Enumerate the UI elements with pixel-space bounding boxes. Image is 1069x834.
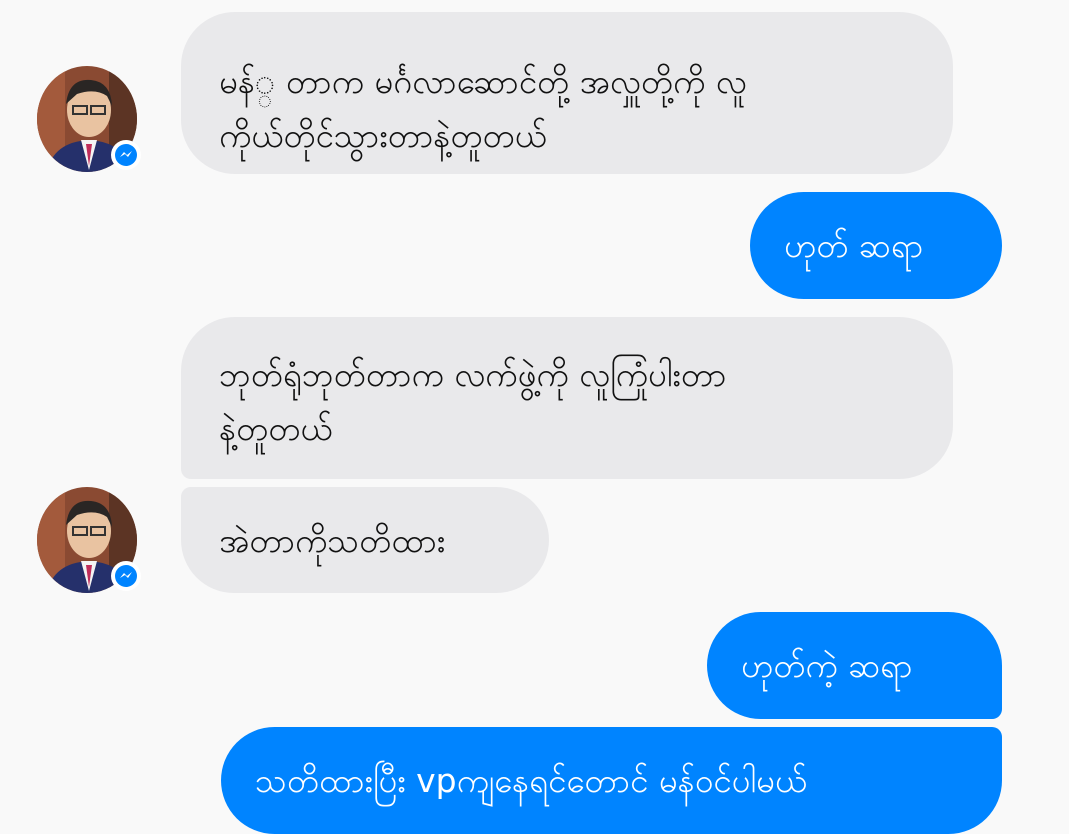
outgoing-message-bubble[interactable]: ဟုတ်ကဲ့ ဆရာ [707,612,1002,719]
message-text-line: နဲ့တူတယ် [219,409,333,448]
messenger-badge-icon [111,140,141,170]
message-text-line: ကိုယ်တိုင်သွားတာနဲ့တူတယ် [219,116,547,155]
message-text-line: ဟုတ်ကဲ့ ဆရာ [741,646,913,685]
incoming-message-bubble[interactable]: အဲတာကိုသတိထား [181,487,549,593]
message-text-line: ဟုတ် ဆရာ [784,226,924,265]
message-text-line: မန်္ တာက မင်္ဂလာဆောင်တို့ အလှူတို့ကို လူ [219,62,747,101]
incoming-message-bubble[interactable]: ဘုတ်ရုံဘုတ်တာက လက်ဖွဲ့ကို လူကြုံပါးတာ နဲ… [181,317,953,479]
incoming-message-bubble[interactable]: မန်္ တာက မင်္ဂလာဆောင်တို့ အလှူတို့ကို လူ… [181,12,953,174]
sender-avatar[interactable] [37,487,141,593]
message-text-line: ဘုတ်ရုံဘုတ်တာက လက်ဖွဲ့ကို လူကြုံပါးတာ [219,355,727,394]
outgoing-message-bubble[interactable]: ဟုတ် ဆရာ [750,192,1002,299]
message-text-line: သတိထားပြီး vpကျနေရင်တောင် မန်ဝင်ပါမယ် [255,761,807,800]
message-thread: မန်္ တာက မင်္ဂလာဆောင်တို့ အလှူတို့ကို လူ… [0,0,1069,834]
messenger-badge-icon [111,561,141,591]
sender-avatar[interactable] [37,66,141,172]
message-text-line: အဲတာကိုသတိထား [219,521,446,560]
outgoing-message-bubble[interactable]: သတိထားပြီး vpကျနေရင်တောင် မန်ဝင်ပါမယ် [221,727,1002,834]
